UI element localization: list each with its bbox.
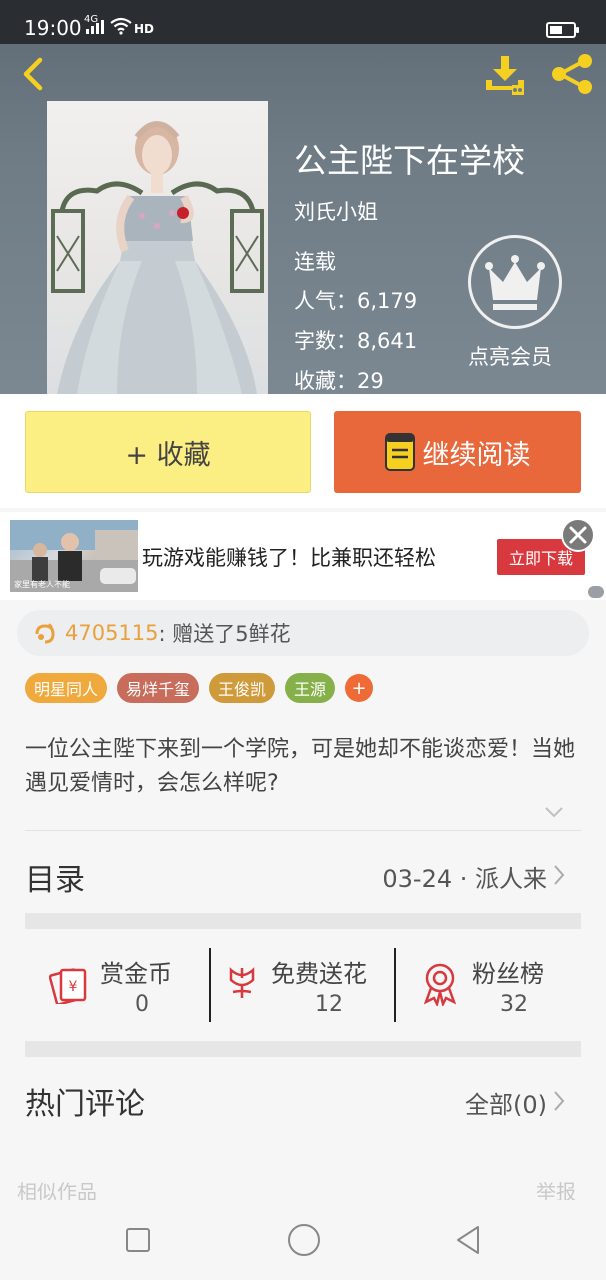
serial-status: 连载 <box>294 250 336 274</box>
status-time: 19:00 <box>24 16 82 40</box>
add-tag-button[interactable]: + <box>345 674 374 702</box>
flower-icon <box>229 967 255 998</box>
download-icon[interactable] <box>482 52 528 96</box>
similar-works-heading: 相似作品 <box>17 1180 97 1200</box>
favorites-stat: 收藏：29 <box>294 369 384 393</box>
vip-badge[interactable] <box>468 235 562 329</box>
medal-icon <box>423 963 457 1006</box>
tag-item[interactable]: 王源 <box>285 673 336 703</box>
stat-label: 赏金币 <box>100 960 172 988</box>
close-icon <box>569 526 587 544</box>
tag-item[interactable]: 明星同人 <box>25 673 108 703</box>
ad-close-button[interactable] <box>561 518 595 552</box>
ad-image[interactable]: 家里有老人不能 <box>10 520 138 592</box>
book-icon <box>384 433 415 471</box>
popularity-stat: 人气：6,179 <box>294 289 418 313</box>
continue-reading-button[interactable]: 继续阅读 <box>334 411 581 493</box>
reward-coins-stat[interactable]: ¥ 赏金币 0 <box>25 944 210 1028</box>
chevron-left-icon[interactable] <box>14 54 54 94</box>
book-cover-image[interactable] <box>47 101 268 394</box>
stat-label: 粉丝榜 <box>472 960 544 988</box>
status-bar: 19:00 4G HD <box>0 0 606 44</box>
chevron-right-icon <box>554 1091 565 1111</box>
gift-user-id[interactable]: 4705115 <box>65 621 159 645</box>
action-bar: + 收藏 继续阅读 <box>0 394 606 508</box>
share-icon[interactable] <box>548 52 596 96</box>
book-description: 一位公主陛下来到一个学院，可是她却不能谈恋爱！当她遇见爱情时，会怎么样呢? <box>25 737 576 796</box>
battery-icon <box>546 22 579 38</box>
battery-level <box>550 26 562 34</box>
toc-title: 目录 <box>25 863 85 898</box>
cover-illustration <box>51 121 264 394</box>
ad-banner[interactable]: 家里有老人不能 玩游戏能赚钱了！比兼职还轻松 立即下载 <box>0 512 606 600</box>
stat-value: 32 <box>500 992 528 1017</box>
gift-text: : 赠送了5鲜花 <box>158 622 291 646</box>
ad-text[interactable]: 玩游戏能赚钱了！比兼职还轻松 <box>142 542 436 572</box>
ad-image-caption: 家里有老人不能 <box>14 580 70 589</box>
word-count-stat: 字数：8,641 <box>294 329 418 353</box>
home-button[interactable] <box>288 1224 320 1256</box>
gift-message: 4705115 : 赠送了5鲜花 <box>17 610 589 656</box>
book-title: 公主陛下在学校 <box>294 141 525 180</box>
stat-value: 0 <box>135 992 149 1017</box>
wifi-icon <box>110 17 132 35</box>
divider <box>25 830 581 831</box>
favorite-button[interactable]: + 收藏 <box>25 411 311 493</box>
tag-item[interactable]: 易烊千玺 <box>117 673 200 703</box>
svg-text:¥: ¥ <box>69 979 78 995</box>
tag-item[interactable]: 王俊凯 <box>209 673 276 703</box>
stat-value: 12 <box>315 992 343 1017</box>
stat-label: 免费送花 <box>271 960 367 988</box>
crown-icon <box>485 255 545 310</box>
continue-reading-label: 继续阅读 <box>422 439 531 471</box>
free-flowers-stat[interactable]: 免费送花 12 <box>211 944 395 1028</box>
chevron-right-icon <box>554 865 565 885</box>
chevron-down-icon[interactable] <box>544 806 564 818</box>
author-name[interactable]: 刘氏小姐 <box>294 196 378 226</box>
back-triangle-icon[interactable] <box>454 1224 482 1256</box>
recent-apps-button[interactable] <box>126 1228 150 1252</box>
hot-comments-title: 热门评论 <box>25 1087 145 1122</box>
book-header: 19:00 4G HD 公主陛下在学校 刘氏小姐 连载 人气：6,179 字数：… <box>0 0 606 394</box>
latest-chapter[interactable]: 03-24 · 派人来 <box>382 859 547 894</box>
table-of-contents-row[interactable]: 目录 03-24 · 派人来 <box>25 843 581 905</box>
red-envelope-icon: ¥ <box>49 968 87 1004</box>
flower-gift-icon <box>35 623 55 644</box>
all-comments-link[interactable]: 全部(0) <box>465 1085 547 1120</box>
engagement-stats: ¥ 赏金币 0 免费送花 12 粉丝榜 32 <box>25 944 581 1028</box>
tag-list: 明星同人 易烊千玺 王俊凯 王源 + <box>25 673 374 703</box>
hot-comments-row[interactable]: 热门评论 全部(0) <box>25 1075 581 1131</box>
fan-ranking-stat[interactable]: 粉丝榜 32 <box>396 944 581 1028</box>
ad-mark-icon <box>588 586 604 598</box>
section-separator <box>25 913 581 929</box>
section-separator <box>25 1041 581 1057</box>
system-nav-bar <box>0 1200 606 1280</box>
hd-badge: HD <box>134 22 155 36</box>
signal-icon <box>86 20 104 34</box>
report-link[interactable]: 举报 <box>536 1176 576 1200</box>
vip-label[interactable]: 点亮会员 <box>468 341 552 371</box>
